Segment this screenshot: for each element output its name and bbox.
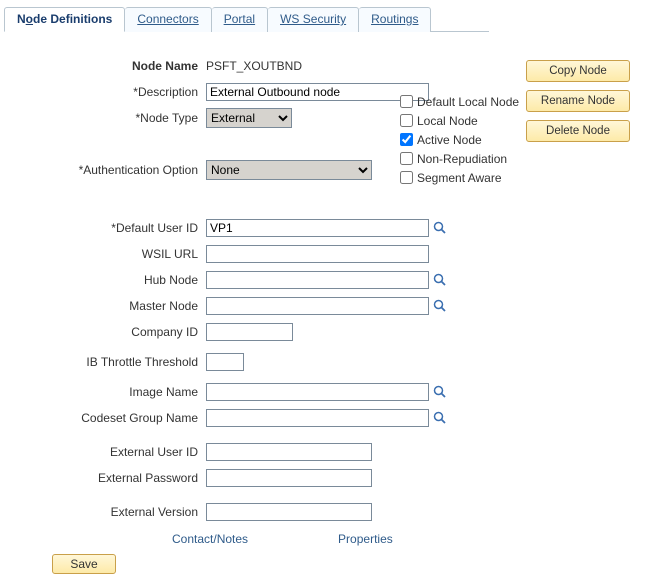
input-ext-version[interactable] bbox=[206, 503, 372, 521]
label-ib-throttle: IB Throttle Threshold bbox=[0, 355, 206, 369]
checkbox-segment-aware[interactable] bbox=[400, 171, 413, 184]
input-ext-user-id[interactable] bbox=[206, 443, 372, 461]
tab-bar: Node Definitions Connectors Portal WS Se… bbox=[4, 6, 489, 32]
label-image-name: Image Name bbox=[0, 385, 206, 399]
lookup-icon[interactable] bbox=[433, 299, 447, 313]
label-hub-node: Hub Node bbox=[0, 273, 206, 287]
label-default-user-id: *Default User ID bbox=[0, 221, 206, 235]
tab-label-part: R bbox=[371, 12, 380, 26]
input-company-id[interactable] bbox=[206, 323, 293, 341]
checkbox-column: Default Local Node Local Node Active Nod… bbox=[400, 92, 600, 187]
lookup-icon[interactable] bbox=[433, 411, 447, 425]
tab-label-part: W bbox=[280, 12, 291, 26]
save-button[interactable]: Save bbox=[52, 554, 116, 574]
checkbox-non-repudiation[interactable] bbox=[400, 152, 413, 165]
label-description: *Description bbox=[0, 85, 206, 99]
label-auth-option: *Authentication Option bbox=[0, 163, 206, 177]
tab-label-part: o bbox=[26, 12, 33, 26]
link-contact-notes[interactable]: Contact/Notes bbox=[172, 532, 248, 546]
value-node-name: PSFT_XOUTBND bbox=[206, 59, 302, 73]
bottom-links: Contact/Notes Properties bbox=[172, 532, 520, 546]
tab-label-part: outings bbox=[380, 12, 419, 26]
input-ext-password[interactable] bbox=[206, 469, 372, 487]
checkbox-default-local-node[interactable] bbox=[400, 95, 413, 108]
select-node-type[interactable]: External bbox=[206, 108, 292, 128]
label-company-id: Company ID bbox=[0, 325, 206, 339]
tab-node-definitions[interactable]: Node Definitions bbox=[4, 7, 125, 32]
label-node-type: *Node Type bbox=[0, 111, 206, 125]
checkbox-label: Local Node bbox=[417, 114, 478, 128]
tab-label-part: de Definitions bbox=[33, 12, 112, 26]
label-ext-password: External Password bbox=[0, 471, 206, 485]
checkbox-label: Default Local Node bbox=[417, 95, 519, 109]
lookup-icon[interactable] bbox=[433, 273, 447, 287]
tab-portal[interactable]: Portal bbox=[212, 7, 268, 32]
lookup-icon[interactable] bbox=[433, 221, 447, 235]
label-wsil-url: WSIL URL bbox=[0, 247, 206, 261]
tab-label-part: P bbox=[224, 12, 232, 26]
copy-node-button[interactable]: Copy Node bbox=[526, 60, 630, 82]
label-master-node: Master Node bbox=[0, 299, 206, 313]
input-hub-node[interactable] bbox=[206, 271, 429, 289]
label-codeset-group: Codeset Group Name bbox=[0, 411, 206, 425]
tab-label-part: onnectors bbox=[146, 12, 199, 26]
label-ext-version: External Version bbox=[0, 505, 206, 519]
tab-label-part: C bbox=[137, 12, 146, 26]
input-master-node[interactable] bbox=[206, 297, 429, 315]
tab-ws-security[interactable]: WS Security bbox=[268, 7, 359, 32]
input-ib-throttle[interactable] bbox=[206, 353, 244, 371]
input-default-user-id[interactable] bbox=[206, 219, 429, 237]
checkbox-label: Non-Repudiation bbox=[417, 152, 507, 166]
checkbox-active-node[interactable] bbox=[400, 133, 413, 146]
input-image-name[interactable] bbox=[206, 383, 429, 401]
tab-label-part: N bbox=[17, 12, 26, 26]
tab-connectors[interactable]: Connectors bbox=[125, 7, 211, 32]
lookup-icon[interactable] bbox=[433, 385, 447, 399]
tab-label-part: ortal bbox=[232, 12, 255, 26]
input-wsil-url[interactable] bbox=[206, 245, 429, 263]
label-node-name: Node Name bbox=[0, 59, 206, 73]
link-properties[interactable]: Properties bbox=[338, 532, 393, 546]
input-description[interactable] bbox=[206, 83, 429, 101]
select-auth-option[interactable]: None bbox=[206, 160, 372, 180]
label-ext-user-id: External User ID bbox=[0, 445, 206, 459]
input-codeset-group[interactable] bbox=[206, 409, 429, 427]
tab-routings[interactable]: Routings bbox=[359, 7, 431, 32]
checkbox-local-node[interactable] bbox=[400, 114, 413, 127]
checkbox-label: Active Node bbox=[417, 133, 482, 147]
tab-label-part: S Security bbox=[291, 12, 346, 26]
checkbox-label: Segment Aware bbox=[417, 171, 502, 185]
